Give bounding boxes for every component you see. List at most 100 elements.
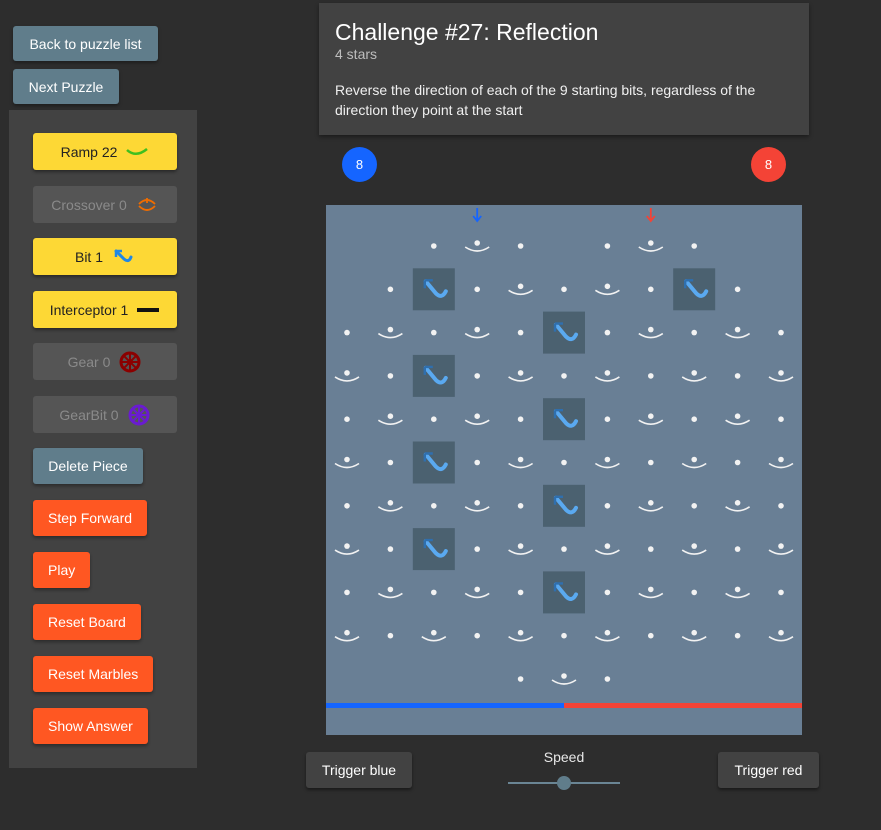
ramp-piece[interactable] xyxy=(334,370,360,382)
board-peg[interactable] xyxy=(648,373,654,379)
trigger-red-button[interactable]: Trigger red xyxy=(718,752,819,788)
board-peg[interactable] xyxy=(648,546,654,552)
ramp-piece[interactable] xyxy=(768,456,794,469)
board-peg[interactable] xyxy=(691,503,697,509)
board-peg[interactable] xyxy=(517,416,524,422)
ramp-piece[interactable] xyxy=(638,586,664,599)
board-peg[interactable] xyxy=(734,373,741,379)
board-peg[interactable] xyxy=(387,632,394,639)
board-peg[interactable] xyxy=(561,632,567,639)
ramp-piece-button[interactable]: Ramp 22 xyxy=(33,133,177,170)
ramp-piece[interactable] xyxy=(508,629,534,642)
board-peg[interactable] xyxy=(517,243,524,249)
ramp-piece[interactable] xyxy=(638,500,664,512)
bit-piece[interactable] xyxy=(543,398,585,441)
speed-slider-thumb[interactable] xyxy=(557,776,571,790)
trigger-blue-button[interactable]: Trigger blue xyxy=(306,752,412,788)
bit-piece[interactable] xyxy=(412,354,455,397)
blue-drop-arrow[interactable] xyxy=(472,208,482,223)
board-peg[interactable] xyxy=(431,243,437,249)
reset-board-button[interactable]: Reset Board xyxy=(33,604,141,640)
board-peg[interactable] xyxy=(604,676,611,682)
next-puzzle-button[interactable]: Next Puzzle xyxy=(13,69,119,104)
ramp-piece[interactable] xyxy=(464,326,490,339)
ramp-piece[interactable] xyxy=(377,326,403,339)
ramp-piece[interactable] xyxy=(594,370,620,382)
board-peg[interactable] xyxy=(387,286,394,293)
board-peg[interactable] xyxy=(691,243,697,249)
ramp-piece[interactable] xyxy=(421,629,447,642)
board-peg[interactable] xyxy=(778,416,784,422)
show-answer-button[interactable]: Show Answer xyxy=(33,708,148,744)
board-peg[interactable] xyxy=(734,459,741,466)
red-drop-arrow[interactable] xyxy=(646,208,656,223)
board-peg[interactable] xyxy=(778,589,784,596)
board-peg[interactable] xyxy=(604,243,611,249)
board-peg[interactable] xyxy=(648,286,654,293)
bit-piece[interactable] xyxy=(412,528,455,571)
board-peg[interactable] xyxy=(474,373,480,379)
ramp-piece[interactable] xyxy=(464,413,490,425)
board-peg[interactable] xyxy=(691,589,697,596)
ramp-piece[interactable] xyxy=(638,413,664,425)
ramp-piece[interactable] xyxy=(551,673,577,685)
board-peg[interactable] xyxy=(474,632,480,639)
ramp-piece[interactable] xyxy=(334,543,360,555)
ramp-piece[interactable] xyxy=(334,456,360,469)
ramp-piece[interactable] xyxy=(594,456,620,469)
delete-piece-button[interactable]: Delete Piece xyxy=(33,448,143,484)
board-peg[interactable] xyxy=(561,373,567,379)
board-peg[interactable] xyxy=(344,589,350,596)
bit-piece[interactable] xyxy=(673,268,716,311)
gearbit-piece-button[interactable]: GearBit 0 xyxy=(33,396,177,433)
bit-piece[interactable] xyxy=(543,484,585,527)
red-marble-rail[interactable] xyxy=(564,703,802,708)
ramp-piece[interactable] xyxy=(464,240,490,252)
ramp-piece[interactable] xyxy=(508,283,534,296)
ramp-piece[interactable] xyxy=(464,500,490,512)
ramp-piece[interactable] xyxy=(594,629,620,642)
board-peg[interactable] xyxy=(561,286,567,293)
ramp-piece[interactable] xyxy=(725,586,751,599)
board-peg[interactable] xyxy=(604,589,611,596)
ramp-piece[interactable] xyxy=(681,543,707,555)
board-peg[interactable] xyxy=(778,503,784,509)
blue-marble-rail[interactable] xyxy=(326,703,564,708)
ramp-piece[interactable] xyxy=(594,283,620,296)
gear-piece-button[interactable]: Gear 0 xyxy=(33,343,177,380)
ramp-piece[interactable] xyxy=(377,413,403,425)
board-peg[interactable] xyxy=(431,329,437,336)
ramp-piece[interactable] xyxy=(377,586,403,599)
board-grid[interactable] xyxy=(326,205,802,735)
interceptor-piece-button[interactable]: Interceptor 1 xyxy=(33,291,177,328)
board-peg[interactable] xyxy=(517,329,524,336)
board-peg[interactable] xyxy=(778,329,784,336)
ramp-piece[interactable] xyxy=(377,500,403,512)
ramp-piece[interactable] xyxy=(638,240,664,252)
board-peg[interactable] xyxy=(474,459,480,466)
board-peg[interactable] xyxy=(561,546,567,552)
board-peg[interactable] xyxy=(734,632,741,639)
bit-piece[interactable] xyxy=(543,571,585,614)
bit-piece[interactable] xyxy=(412,441,455,484)
board-peg[interactable] xyxy=(561,459,567,466)
ramp-piece[interactable] xyxy=(725,413,751,425)
board-peg[interactable] xyxy=(604,329,611,336)
board-peg[interactable] xyxy=(344,416,350,422)
bit-piece-button[interactable]: Bit 1 xyxy=(33,238,177,275)
board-peg[interactable] xyxy=(734,286,741,293)
reset-marbles-button[interactable]: Reset Marbles xyxy=(33,656,154,692)
board-peg[interactable] xyxy=(648,632,654,639)
board-peg[interactable] xyxy=(431,589,437,596)
board-peg[interactable] xyxy=(387,546,394,552)
ramp-piece[interactable] xyxy=(768,370,794,382)
ramp-piece[interactable] xyxy=(681,456,707,469)
board-peg[interactable] xyxy=(517,676,524,682)
ramp-piece[interactable] xyxy=(464,586,490,599)
ramp-piece[interactable] xyxy=(725,326,751,339)
board-peg[interactable] xyxy=(474,546,480,552)
crossover-piece-button[interactable]: Crossover 0 xyxy=(33,186,177,223)
ramp-piece[interactable] xyxy=(725,500,751,512)
board-peg[interactable] xyxy=(474,286,480,293)
game-board[interactable] xyxy=(326,205,802,735)
